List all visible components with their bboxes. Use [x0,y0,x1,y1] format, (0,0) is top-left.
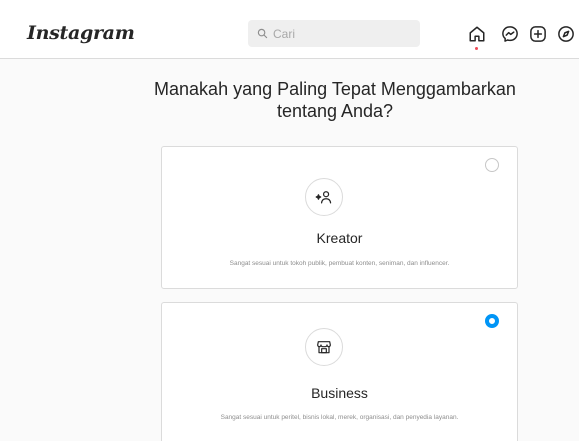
new-post-icon[interactable] [529,25,547,43]
instagram-logo[interactable]: Instagram [27,22,135,44]
explore-icon[interactable] [557,25,575,43]
messenger-icon[interactable] [501,25,519,43]
home-icon[interactable] [468,25,486,43]
option-description: Sangat sesuai untuk peritel, bisnis loka… [220,414,459,421]
search-input[interactable] [273,26,413,41]
radio-business-selected[interactable] [485,314,499,328]
shop-icon [305,328,343,366]
option-title: Kreator [316,230,363,246]
option-card-creator[interactable]: Kreator Sangat sesuai untuk tokoh publik… [161,146,518,289]
top-navigation-bar: Instagram [0,0,579,59]
search-icon [257,28,268,39]
page-title: Manakah yang Paling Tepat Menggambarkan … [154,79,516,121]
option-title: Business [311,385,368,401]
creator-icon [305,178,343,216]
home-notification-dot [475,47,478,50]
option-description: Sangat sesuai untuk tokoh publik, pembua… [229,260,450,267]
radio-creator[interactable] [485,158,499,172]
search-box[interactable] [248,20,420,47]
option-card-business[interactable]: Business Sangat sesuai untuk peritel, bi… [161,302,518,441]
